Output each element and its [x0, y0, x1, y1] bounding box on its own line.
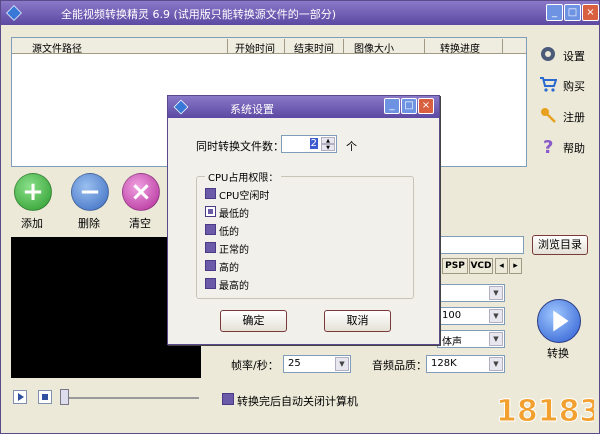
play-button[interactable]	[13, 390, 27, 404]
column-source-path[interactable]: 源文件路径	[32, 40, 82, 55]
cpu-priority-group: CPU占用权限： CPU空闲时 最低的 低的 正常的 高的 最高的	[196, 169, 414, 299]
file-list-header: 源文件路径 开始时间 结束时间 图像大小 转换进度	[12, 38, 526, 55]
option-label: CPU空闲时	[219, 191, 270, 202]
audio-quality-label: 音频品质：	[372, 359, 427, 372]
shutdown-label: 转换完后自动关闭计算机	[237, 395, 358, 408]
tab-scroll-right[interactable]: ▸	[509, 258, 522, 274]
option-label: 最高的	[219, 281, 249, 292]
window-title: 全能视频转换精灵 6.9 (试用版只能转换源文件的一部分)	[61, 8, 337, 21]
watermark-logo: 18183	[496, 394, 595, 430]
seek-slider-thumb[interactable]	[60, 389, 69, 405]
option-label: 低的	[219, 227, 239, 238]
concurrent-spinner[interactable]: 2 ▲ ▼	[281, 135, 337, 153]
register-button[interactable]: 注册	[539, 104, 599, 128]
help-button[interactable]: ? 帮助	[539, 135, 599, 159]
fps-combo[interactable]: 25 ▼	[283, 355, 351, 373]
add-button[interactable]: +	[14, 173, 52, 211]
browse-button[interactable]: 浏览目录	[532, 235, 588, 255]
help-label: 帮助	[563, 142, 585, 155]
channels-combo[interactable]: 体声 ▼	[437, 330, 505, 348]
help-icon: ?	[543, 137, 553, 155]
settings-label: 设置	[563, 50, 585, 63]
column-image-size[interactable]: 图像大小	[354, 40, 394, 55]
option-label: 高的	[219, 263, 239, 274]
title-bar[interactable]: 全能视频转换精灵 6.9 (试用版只能转换源文件的一部分) _ □ ×	[1, 1, 599, 25]
concurrent-label: 同时转换文件数：	[196, 140, 284, 153]
gear-icon	[541, 47, 555, 61]
chevron-down-icon: ▼	[335, 357, 349, 371]
concurrent-unit: 个	[346, 140, 357, 153]
clear-button[interactable]: ×	[122, 173, 160, 211]
register-label: 注册	[563, 111, 585, 124]
chevron-down-icon: ▼	[489, 332, 503, 346]
fps-label: 帧率/秒：	[231, 359, 279, 372]
spin-up-icon[interactable]: ▲	[321, 137, 335, 144]
tab-vcd[interactable]: VCD	[469, 258, 493, 274]
dialog-app-icon	[173, 99, 189, 115]
column-progress[interactable]: 转换进度	[440, 40, 480, 55]
column-start-time[interactable]: 开始时间	[235, 40, 275, 55]
option-label: 正常的	[219, 245, 249, 256]
dialog-close-button[interactable]: ×	[418, 98, 434, 114]
option-checkbox[interactable]	[205, 188, 216, 199]
cart-icon	[540, 77, 557, 92]
setting-combo-1[interactable]: ▼	[437, 284, 505, 302]
option-checkbox[interactable]	[205, 278, 216, 289]
option-checkbox[interactable]	[205, 242, 216, 253]
convert-button[interactable]	[537, 299, 581, 343]
chevron-down-icon: ▼	[489, 309, 503, 323]
ok-button[interactable]: 确定	[220, 310, 287, 332]
add-label: 添加	[21, 217, 43, 230]
remove-label: 删除	[78, 217, 100, 230]
watermark-text: 18183	[496, 394, 594, 429]
audio-quality-combo[interactable]: 128K ▼	[426, 355, 505, 373]
tab-psp[interactable]: PSP	[442, 258, 468, 274]
tab-scroll-left[interactable]: ◂	[495, 258, 508, 274]
option-checkbox-selected[interactable]	[205, 206, 216, 217]
dialog-title-bar[interactable]: 系统设置 _ □ ×	[168, 96, 439, 118]
clear-label: 清空	[129, 217, 151, 230]
minimize-button[interactable]: _	[546, 4, 563, 21]
system-settings-dialog: 系统设置 _ □ × 同时转换文件数： 2 ▲ ▼ 个 CPU占用权限： CPU…	[167, 95, 440, 345]
audio-quality-value: 128K	[431, 358, 457, 369]
setting-combo-2-value: 100	[442, 310, 462, 321]
convert-label: 转换	[547, 347, 569, 360]
close-button[interactable]: ×	[582, 4, 599, 21]
remove-button[interactable]: −	[71, 173, 109, 211]
cancel-button[interactable]: 取消	[324, 310, 391, 332]
column-end-time[interactable]: 结束时间	[294, 40, 334, 55]
concurrent-value: 2	[309, 138, 318, 149]
spin-down-icon[interactable]: ▼	[321, 144, 335, 151]
option-label: 最低的	[219, 209, 249, 220]
maximize-button[interactable]: □	[564, 4, 581, 21]
key-icon	[541, 108, 556, 123]
stop-icon	[42, 394, 48, 400]
dialog-maximize-button[interactable]: □	[401, 98, 417, 114]
app-icon	[6, 5, 22, 21]
fps-value: 25	[288, 358, 301, 369]
channels-value: 体声	[442, 337, 462, 348]
chevron-down-icon: ▼	[489, 357, 503, 371]
cpu-priority-label: CPU占用权限：	[205, 169, 282, 184]
play-icon	[553, 310, 569, 332]
buy-label: 购买	[563, 80, 585, 93]
option-checkbox[interactable]	[205, 224, 216, 235]
buy-button[interactable]: 购买	[539, 73, 599, 97]
svg-text:?: ?	[543, 137, 553, 155]
option-checkbox[interactable]	[205, 260, 216, 271]
chevron-down-icon: ▼	[489, 286, 503, 300]
shutdown-checkbox[interactable]	[222, 393, 234, 405]
main-window: 全能视频转换精灵 6.9 (试用版只能转换源文件的一部分) _ □ × 源文件路…	[0, 0, 600, 434]
seek-slider-track[interactable]	[63, 397, 199, 399]
dialog-title: 系统设置	[230, 103, 274, 116]
dialog-minimize-button[interactable]: _	[384, 98, 400, 114]
setting-combo-2[interactable]: 100 ▼	[437, 307, 505, 325]
settings-button[interactable]: 设置	[539, 43, 599, 67]
stop-button[interactable]	[38, 390, 52, 404]
play-icon	[18, 393, 24, 401]
